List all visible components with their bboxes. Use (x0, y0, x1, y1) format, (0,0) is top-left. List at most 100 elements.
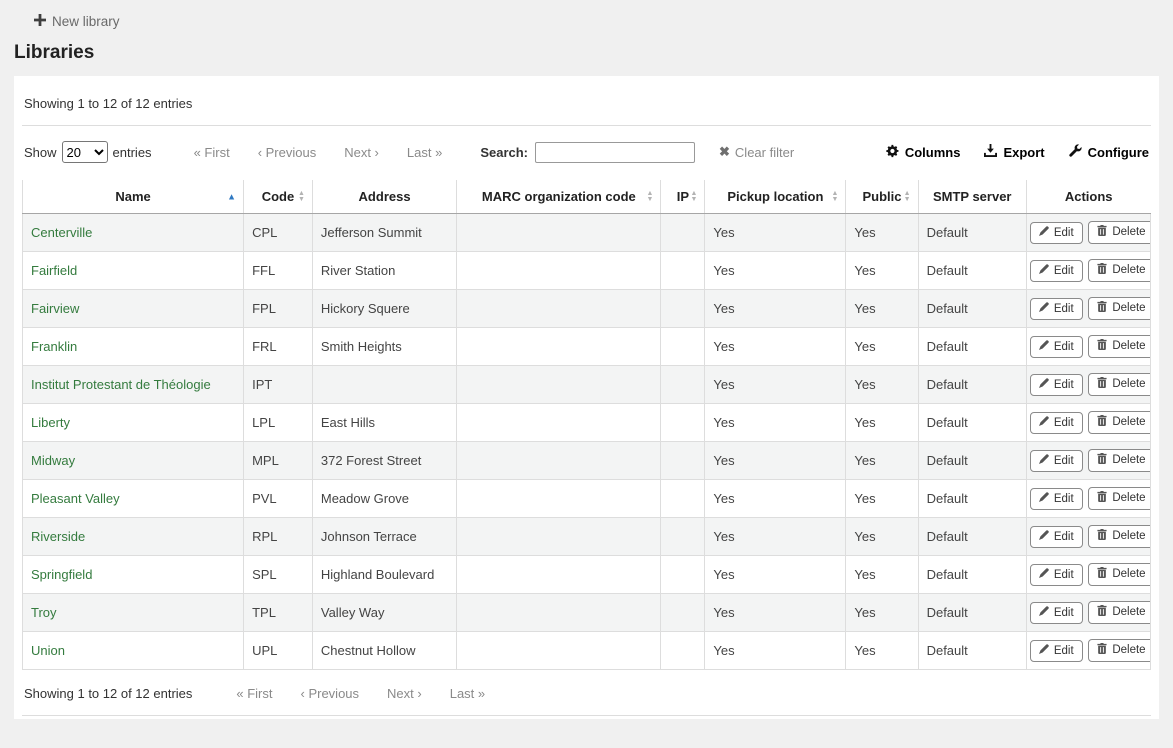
edit-button[interactable]: Edit (1030, 640, 1083, 662)
pickup-location-cell: Yes (705, 214, 846, 252)
columns-button[interactable]: Columns (885, 144, 961, 161)
table-row: Fairfield FFL River Station Yes Yes Defa… (23, 252, 1151, 290)
library-name-link[interactable]: Franklin (31, 339, 77, 354)
table-row: Midway MPL 372 Forest Street Yes Yes Def… (23, 442, 1151, 480)
library-address-cell: River Station (312, 252, 456, 290)
new-library-button[interactable]: New library (30, 12, 124, 31)
public-cell: Yes (846, 328, 918, 366)
delete-button[interactable]: Delete (1088, 259, 1150, 282)
edit-label: Edit (1054, 265, 1074, 277)
library-address-cell: Hickory Squere (312, 290, 456, 328)
ip-cell (661, 290, 705, 328)
delete-button[interactable]: Delete (1088, 373, 1150, 396)
column-header-address[interactable]: Address (312, 180, 456, 214)
library-name-link[interactable]: Institut Protestant de Théologie (31, 377, 211, 392)
edit-button[interactable]: Edit (1030, 526, 1083, 548)
last-page-link[interactable]: Last » (407, 145, 442, 160)
edit-button[interactable]: Edit (1030, 488, 1083, 510)
first-page-link[interactable]: « First (194, 145, 230, 160)
show-label: Show (24, 145, 57, 160)
column-header-public[interactable]: Public▲▼ (846, 180, 918, 214)
library-address-cell: Meadow Grove (312, 480, 456, 518)
trash-icon (1097, 263, 1107, 277)
library-name-link[interactable]: Troy (31, 605, 57, 620)
actions-cell: Edit Delete (1026, 252, 1150, 290)
library-name-link[interactable]: Springfield (31, 567, 92, 582)
delete-label: Delete (1112, 644, 1145, 656)
edit-label: Edit (1054, 607, 1074, 619)
page-length-select[interactable]: 20 (62, 141, 108, 163)
pencil-icon (1039, 454, 1049, 467)
actions-cell: Edit Delete (1026, 328, 1150, 366)
previous-page-link[interactable]: ‹ Previous (258, 145, 317, 160)
delete-button[interactable]: Delete (1088, 411, 1150, 434)
marc-code-cell (457, 594, 661, 632)
delete-button[interactable]: Delete (1088, 525, 1150, 548)
export-button[interactable]: Export (984, 144, 1044, 161)
column-header-pickup[interactable]: Pickup location▲▼ (705, 180, 846, 214)
column-header-marc[interactable]: MARC organization code▲▼ (457, 180, 661, 214)
library-name-link[interactable]: Riverside (31, 529, 85, 544)
library-name-link[interactable]: Pleasant Valley (31, 491, 120, 506)
column-header-ip[interactable]: IP▲▼ (661, 180, 705, 214)
library-name-link[interactable]: Union (31, 643, 65, 658)
next-page-link[interactable]: Next › (387, 686, 422, 701)
table-row: Riverside RPL Johnson Terrace Yes Yes De… (23, 518, 1151, 556)
clear-filter-button[interactable]: ✖ Clear filter (719, 144, 794, 160)
pencil-icon (1039, 226, 1049, 239)
edit-button[interactable]: Edit (1030, 298, 1083, 320)
edit-button[interactable]: Edit (1030, 602, 1083, 624)
configure-button[interactable]: Configure (1069, 144, 1149, 161)
column-header-code[interactable]: Code▲▼ (244, 180, 313, 214)
delete-label: Delete (1112, 264, 1145, 276)
delete-button[interactable]: Delete (1088, 335, 1150, 358)
actions-cell: Edit Delete (1026, 594, 1150, 632)
pencil-icon (1039, 340, 1049, 353)
search-input[interactable] (535, 142, 695, 163)
column-header-name[interactable]: Name▲ (23, 180, 244, 214)
delete-button[interactable]: Delete (1088, 601, 1150, 624)
gear-icon (885, 144, 899, 161)
edit-button[interactable]: Edit (1030, 412, 1083, 434)
edit-button[interactable]: Edit (1030, 450, 1083, 472)
column-header-smtp[interactable]: SMTP server (918, 180, 1026, 214)
first-page-link[interactable]: « First (236, 686, 272, 701)
library-address-cell: Highland Boulevard (312, 556, 456, 594)
marc-code-cell (457, 328, 661, 366)
bottom-divider (22, 715, 1151, 716)
library-address-cell: Johnson Terrace (312, 518, 456, 556)
edit-button[interactable]: Edit (1030, 336, 1083, 358)
table-row: Pleasant Valley PVL Meadow Grove Yes Yes… (23, 480, 1151, 518)
main-panel: Showing 1 to 12 of 12 entries Show 20 en… (14, 76, 1159, 719)
delete-button[interactable]: Delete (1088, 639, 1150, 662)
pencil-icon (1039, 264, 1049, 277)
public-cell: Yes (846, 594, 918, 632)
edit-button[interactable]: Edit (1030, 260, 1083, 282)
pickup-location-cell: Yes (705, 290, 846, 328)
delete-button[interactable]: Delete (1088, 563, 1150, 586)
actions-cell: Edit Delete (1026, 442, 1150, 480)
delete-button[interactable]: Delete (1088, 221, 1150, 244)
library-name-link[interactable]: Midway (31, 453, 75, 468)
edit-button[interactable]: Edit (1030, 374, 1083, 396)
edit-button[interactable]: Edit (1030, 564, 1083, 586)
delete-button[interactable]: Delete (1088, 487, 1150, 510)
pencil-icon (1039, 644, 1049, 657)
library-name-link[interactable]: Fairfield (31, 263, 77, 278)
library-name-link[interactable]: Fairview (31, 301, 79, 316)
pickup-location-cell: Yes (705, 556, 846, 594)
trash-icon (1097, 415, 1107, 429)
delete-label: Delete (1112, 226, 1145, 238)
pencil-icon (1039, 492, 1049, 505)
edit-button[interactable]: Edit (1030, 222, 1083, 244)
library-name-link[interactable]: Liberty (31, 415, 70, 430)
previous-page-link[interactable]: ‹ Previous (301, 686, 360, 701)
library-name-link[interactable]: Centerville (31, 225, 92, 240)
trash-icon (1097, 225, 1107, 239)
edit-label: Edit (1054, 645, 1074, 657)
last-page-link[interactable]: Last » (450, 686, 485, 701)
delete-button[interactable]: Delete (1088, 297, 1150, 320)
next-page-link[interactable]: Next › (344, 145, 379, 160)
delete-button[interactable]: Delete (1088, 449, 1150, 472)
marc-code-cell (457, 632, 661, 670)
